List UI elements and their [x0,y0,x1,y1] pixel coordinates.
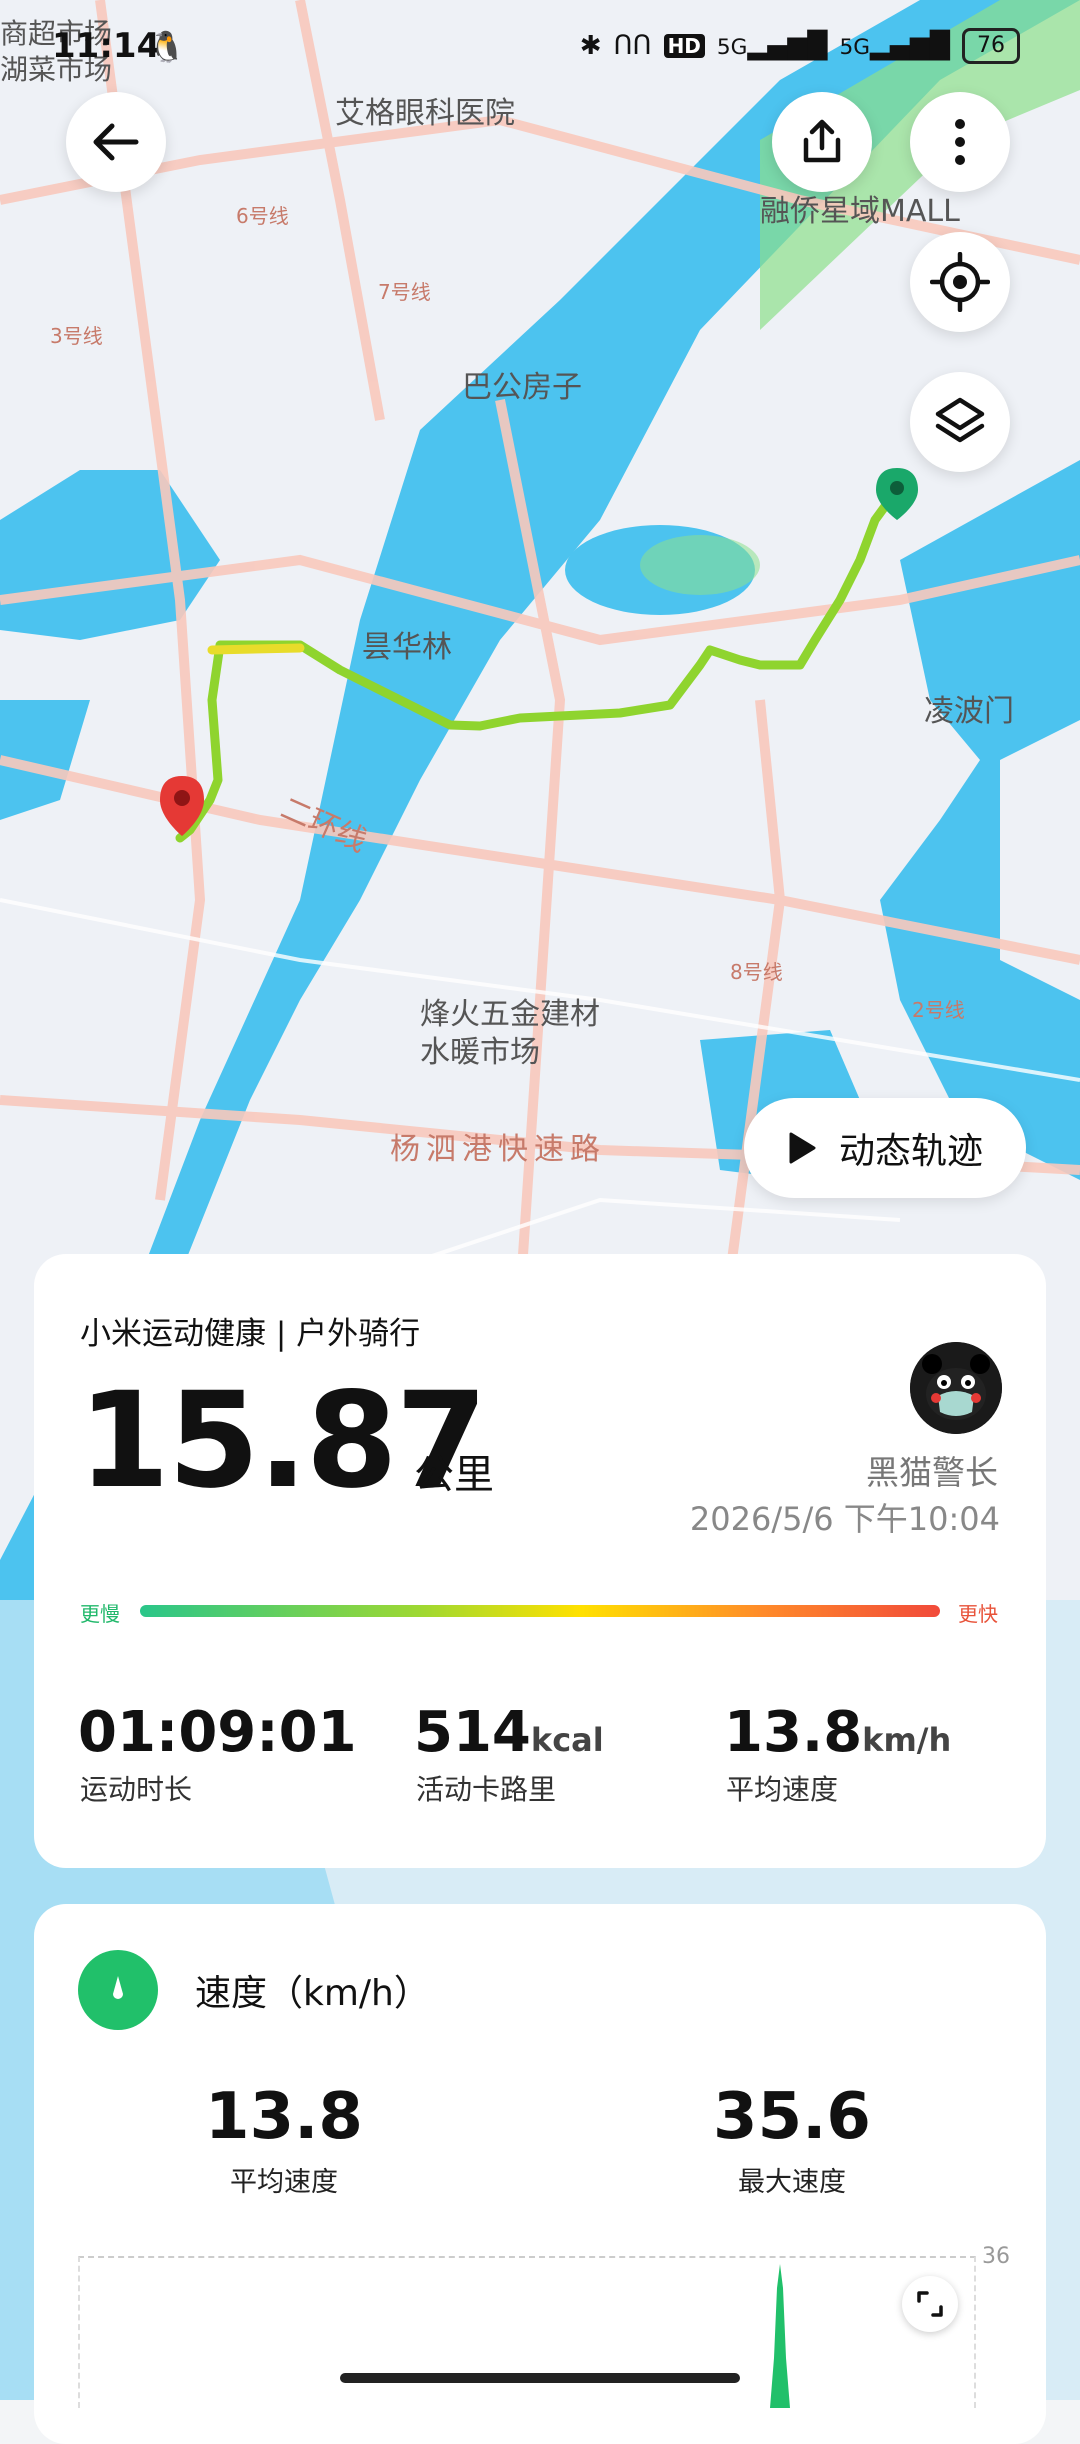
slower-label: 更慢 [80,1602,120,1626]
chart-y-max-label: 36 [982,2244,1010,2269]
map-label-expressway: 杨泗港快速路 [390,1132,606,1167]
qq-icon: 🐧 [148,30,186,65]
map-label-gate: 凌波门 [924,694,1014,729]
map-label-market: 烽火五金建材水暖市场 [420,997,600,1070]
calories-unit: kcal [530,1721,604,1759]
calories-value: 514kcal [414,1700,604,1765]
hd-icon: HD [663,34,705,58]
avg-speed-value: 13.8km/h [724,1700,952,1765]
more-vertical-icon [955,119,965,165]
share-icon [803,119,841,163]
share-button[interactable] [772,92,872,192]
map-label-line7: 7号线 [378,280,431,304]
map-label-mall: 融侨星域MALL [760,194,960,229]
status-time: 11:14 [52,26,161,66]
layers-icon [935,397,985,443]
map-label-line2: 2号线 [912,998,965,1022]
bluetooth-icon: ✱ [579,31,602,61]
activity-datetime: 2026/5/6 下午10:04 [689,1500,1000,1538]
map-label-hospital: 艾格眼科医院 [335,96,515,131]
map-label-house: 巴公房子 [462,370,582,405]
arrow-left-icon [93,123,139,161]
signal-icon-2: 5G▂▄▆█ [839,31,950,61]
duration-value: 01:09:01 [78,1700,357,1765]
signal-icon: 5G▂▄▆█ [716,31,828,61]
max-speed-label: 最大速度 [738,2167,846,2198]
back-button[interactable] [66,92,166,192]
avg-speed-summary-value: 13.8 [205,2080,363,2154]
play-icon [789,1132,816,1164]
duration-label: 运动时长 [80,1773,193,1806]
speedometer-icon [78,1950,158,2030]
avg-speed-unit: km/h [862,1721,952,1759]
bear-avatar-icon [910,1342,1002,1434]
expand-icon [917,2291,943,2317]
expand-chart-button[interactable] [902,2276,958,2332]
brand-title: 小米运动健康 | 户外骑行 [80,1316,421,1352]
map-label-area: 昙华林 [362,630,452,665]
speed-section-title: 速度（km/h） [195,1973,430,2014]
calories-label: 活动卡路里 [416,1773,557,1806]
dynamic-track-label: 动态轨迹 [838,1131,983,1172]
avg-speed-summary-label: 平均速度 [230,2167,338,2198]
distance-unit: 公里 [414,1452,494,1498]
speed-gradient-bar [140,1605,940,1617]
map-label-line6: 6号线 [236,204,289,228]
speed-chart [78,2256,976,2408]
avatar[interactable] [910,1342,1002,1434]
max-speed-value: 35.6 [713,2080,871,2154]
dynamic-track-button[interactable]: 动态轨迹 [744,1098,1026,1198]
speed-chart-line [770,2264,790,2408]
avg-speed-label: 平均速度 [726,1773,839,1806]
more-button[interactable] [910,92,1010,192]
earbuds-icon: ᑎᑎ [613,31,652,61]
map-label-line3: 3号线 [50,324,103,348]
target-icon [930,252,990,312]
faster-label: 更快 [958,1602,998,1626]
status-bar: 11:14 🐧 ✱ ᑎᑎ HD 5G▂▄▆█ 5G▂▄▆█ 76 [0,0,1080,90]
battery-icon: 76 [962,28,1020,64]
home-indicator[interactable] [340,2373,740,2383]
user-name: 黑猫警长 [866,1453,998,1492]
locate-button[interactable] [910,232,1010,332]
map-label-line8: 8号线 [730,960,783,984]
map-layers-button[interactable] [910,372,1010,472]
